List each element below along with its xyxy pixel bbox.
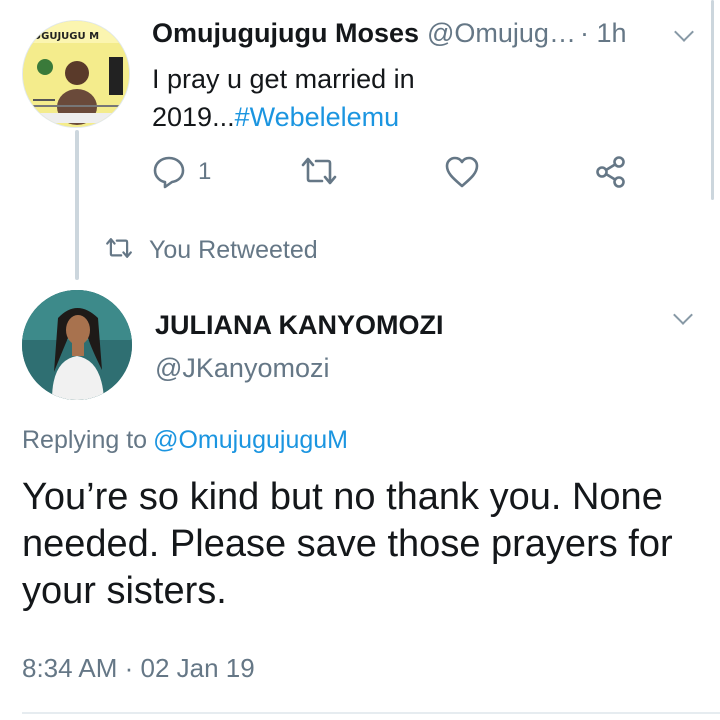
share-icon [594,155,628,189]
scroll-indicator [711,0,714,200]
retweet-small-icon [105,236,133,265]
share-button[interactable] [594,155,628,189]
reply-icon [152,155,186,189]
tweet2-text: You’re so kind but no thank you. None ne… [22,476,673,612]
tweet-timestamp: 8:34 AM · 02 Jan 19 [22,653,255,683]
avatar-image [22,290,132,400]
avatar-year: 2019 [122,39,130,72]
mention-link[interactable]: @OmujugujuguM [153,426,348,454]
replying-label: Replying to [22,426,148,454]
retweet-indicator: You Retweeted [105,236,318,265]
author-handle[interactable]: @Omujug… [427,18,576,49]
tweet1-header: Omujugujugu Moses @Omujug… · 1h [152,18,672,49]
reply-button[interactable]: 1 [152,155,211,189]
like-button[interactable] [444,155,480,189]
author-name[interactable]: Omujugujugu Moses [152,18,419,49]
chevron-down-icon[interactable] [674,22,694,42]
like-icon [444,155,480,189]
retweet-button[interactable] [300,155,338,187]
avatar[interactable] [22,290,132,400]
divider [22,712,720,714]
hashtag-link[interactable]: #Webelelemu [235,102,400,132]
chevron-down-icon[interactable] [673,305,693,325]
author-handle[interactable]: @JKanyomozi [155,353,329,384]
avatar-image: UGUJUGU M 2019 [23,21,130,127]
replying-to: Replying to @OmujugujuguM [22,426,348,455]
reply-count: 1 [198,158,212,185]
retweet-icon [300,155,338,187]
author-name[interactable]: JULIANA KANYOMOZI [155,310,444,341]
retweet-label: You Retweeted [149,236,318,264]
tweet1-text: I pray u get married in 2019...#Webelele… [152,60,572,136]
avatar-banner-text: UGUJUGU M [33,31,99,42]
tweet1-actions: 1 [152,155,652,195]
avatar[interactable]: UGUJUGU M 2019 [22,20,130,128]
thread-line [75,130,79,280]
tweet-time[interactable]: · 1h [580,18,627,49]
